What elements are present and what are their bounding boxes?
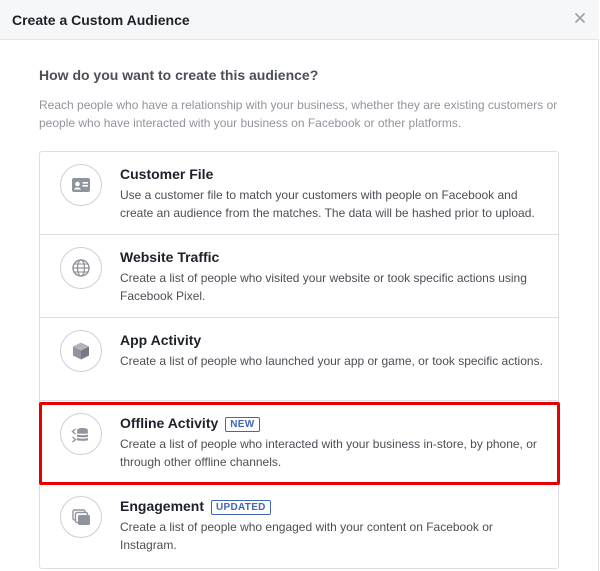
close-icon[interactable] bbox=[573, 11, 587, 25]
custom-audience-dialog: Create a Custom Audience How do you want… bbox=[0, 0, 599, 571]
option-description: Create a list of people who interacted w… bbox=[120, 437, 537, 469]
stacked-cards-icon bbox=[60, 496, 102, 538]
option-offline-activity[interactable]: Offline Activity NEW Create a list of peo… bbox=[40, 401, 558, 484]
audience-options-list: Customer File Use a customer file to mat… bbox=[39, 151, 559, 569]
option-title: Website Traffic bbox=[120, 249, 220, 265]
option-title: Offline Activity NEW bbox=[120, 414, 260, 432]
cube-icon bbox=[60, 330, 102, 372]
globe-icon bbox=[60, 247, 102, 289]
option-app-activity[interactable]: App Activity Create a list of people who… bbox=[40, 318, 558, 401]
option-description: Create a list of people who engaged with… bbox=[120, 520, 493, 552]
database-arrows-icon bbox=[60, 413, 102, 455]
option-title: App Activity bbox=[120, 332, 202, 348]
option-description: Create a list of people who launched you… bbox=[120, 354, 543, 368]
section-description: Reach people who have a relationship wit… bbox=[39, 98, 558, 130]
section-question: How do you want to create this audience? bbox=[39, 67, 319, 83]
updated-badge: UPDATED bbox=[211, 500, 271, 515]
dialog-title: Create a Custom Audience bbox=[12, 12, 190, 28]
contact-card-icon bbox=[60, 164, 102, 206]
option-description: Create a list of people who visited your… bbox=[120, 271, 527, 303]
option-description: Use a customer file to match your custom… bbox=[120, 188, 535, 220]
option-title: Customer File bbox=[120, 166, 214, 182]
option-title: Engagement UPDATED bbox=[120, 497, 271, 515]
option-customer-file[interactable]: Customer File Use a customer file to mat… bbox=[40, 152, 558, 235]
option-engagement[interactable]: Engagement UPDATED Create a list of peopl… bbox=[40, 484, 558, 567]
new-badge: NEW bbox=[225, 417, 260, 432]
option-website-traffic[interactable]: Website Traffic Create a list of people … bbox=[40, 235, 558, 318]
dialog-header: Create a Custom Audience bbox=[0, 0, 599, 40]
